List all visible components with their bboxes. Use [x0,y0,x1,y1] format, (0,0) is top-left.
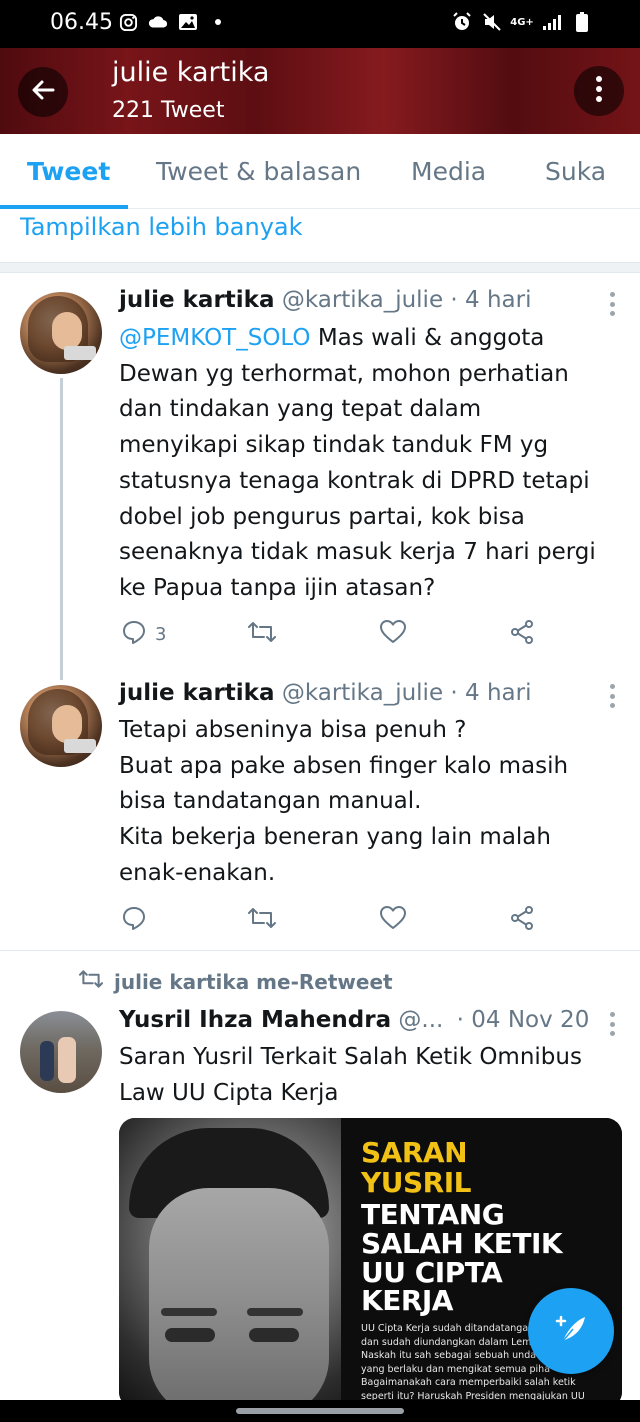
retweet-indicator: julie kartika me-Retweet [78,968,393,995]
tweet-menu-button[interactable] [608,684,616,708]
header-banner [0,48,640,134]
profile-header: julie kartika 221 Tweet [0,48,640,134]
tab-tweet[interactable]: Tweet [27,134,110,209]
heart-icon [379,905,407,936]
tweet-actions [119,905,619,935]
tweet-text-content: Mas wali & anggota Dewan yg terhormat, m… [119,325,596,601]
gallery-icon [178,12,198,32]
retweet-icon [247,905,277,936]
image-headline-line: SALAH KETIK [361,1227,563,1260]
heart-icon [379,619,407,650]
share-button[interactable] [509,905,535,935]
retweet-label[interactable]: julie kartika me-Retweet [114,970,393,994]
like-button[interactable] [379,619,407,649]
arrow-left-icon [29,76,57,108]
tab-likes[interactable]: Suka [545,134,606,209]
tweet-handle-time: @kartika_julie · 4 hari [281,287,532,313]
profile-name: julie kartika [112,57,270,88]
alarm-icon [452,12,472,32]
battery-icon [572,12,592,32]
tweet-handle-time: @kartika_julie · 4 hari [281,680,532,706]
retweet-icon [78,968,104,995]
reply-button[interactable] [121,905,147,935]
portrait-photo [119,1118,341,1408]
more-vertical-icon [595,75,603,107]
image-headline-line: SARAN [361,1136,468,1169]
share-icon [509,619,535,650]
tweet-author-name[interactable]: julie kartika [119,287,275,313]
tab-media[interactable]: Media [411,134,486,209]
reply-count: 3 [155,623,167,645]
status-time: 06.45 [50,10,113,35]
share-button[interactable] [509,619,535,649]
image-headline-line: KERJA [361,1284,453,1317]
thread-connector [60,378,63,680]
tweet-menu-button[interactable] [608,292,616,316]
back-button[interactable] [18,67,68,117]
more-options-button[interactable] [574,66,624,116]
status-bar: 06.45 4G+ [0,0,640,48]
retweet-button[interactable] [247,619,277,649]
reply-icon [121,619,147,650]
tweet-divider [0,950,640,951]
image-headline-line: YUSRIL [361,1166,472,1199]
profile-tabs: Tweet Tweet & balasan Media Suka [0,134,640,209]
avatar[interactable] [20,1011,102,1093]
show-more-link[interactable]: Tampilkan lebih banyak [20,209,303,245]
tweet-date: · 04 Nov 20 [456,1007,590,1033]
tweet-header: Yusril Ihza Mahendra @... · 04 Nov 20 [119,1007,589,1033]
compose-feather-icon [551,1309,591,1353]
tweet-text: @PEMKOT_SOLO Mas wali & anggota Dewan yg… [119,321,624,607]
status-right-icons: 4G+ [452,12,592,32]
avatar[interactable] [20,685,102,767]
tweet-header: julie kartika @kartika_julie · 4 hari [119,680,532,706]
instagram-icon [118,12,138,32]
mute-icon [482,12,502,32]
like-button[interactable] [379,905,407,935]
home-gesture-bar[interactable] [236,1408,404,1414]
compose-tweet-button[interactable] [528,1288,614,1374]
tweet-handle: @... [398,1007,444,1033]
tweet-author-name[interactable]: julie kartika [119,680,275,706]
retweet-button[interactable] [247,905,277,935]
section-separator [0,262,640,273]
image-headline-line: TENTANG [361,1198,505,1231]
tweet-header: julie kartika @kartika_julie · 4 hari [119,287,532,313]
share-icon [509,905,535,936]
reply-icon [121,905,147,936]
reply-button[interactable]: 3 [121,619,166,649]
notification-dot-icon [208,12,228,32]
tweet-actions: 3 [119,619,619,649]
network-type-icon: 4G+ [510,16,534,28]
system-nav-bar [0,1400,640,1422]
signal-icon [542,12,562,32]
tweet-menu-button[interactable] [608,1012,616,1036]
cloud-icon [148,12,168,32]
avatar[interactable] [20,292,102,374]
tweet-count: 221 Tweet [112,98,225,123]
status-left-icons [118,12,228,32]
tweet-text: Saran Yusril Terkait Salah Ketik Omnibus… [119,1044,582,1106]
mention-link[interactable]: @PEMKOT_SOLO [119,325,311,351]
tweet-text: Tetapi abseninya bisa penuh ? Buat apa p… [119,717,569,886]
tweet-author-name[interactable]: Yusril Ihza Mahendra [119,1007,391,1033]
tab-tweet-and-replies[interactable]: Tweet & balasan [156,134,361,209]
retweet-icon [247,619,277,650]
